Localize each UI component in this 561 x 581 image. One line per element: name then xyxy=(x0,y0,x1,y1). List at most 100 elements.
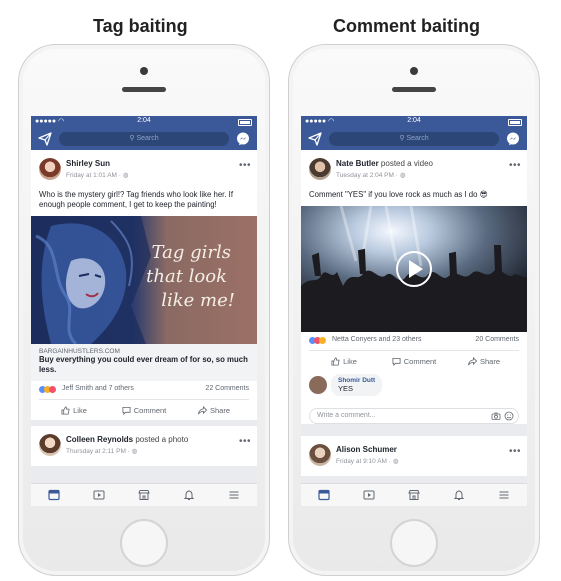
menu-icon[interactable] xyxy=(498,489,510,501)
post-author[interactable]: Nate Butler posted a video xyxy=(336,159,433,168)
comment-button[interactable]: Comment xyxy=(109,400,179,420)
speaker-grille xyxy=(392,87,436,92)
news-feed-icon[interactable] xyxy=(317,489,330,501)
more-icon[interactable]: ••• xyxy=(239,160,251,171)
reactions-text[interactable]: Jeff Smith and 7 others xyxy=(62,385,134,392)
video-icon[interactable] xyxy=(93,489,105,501)
send-icon[interactable] xyxy=(38,132,52,146)
globe-icon: ◍ xyxy=(131,448,138,455)
screen-left: ●●●●● ◠ 2:04 ⚲ Search Shirley Sun Friday… xyxy=(31,116,257,506)
action-row: Like Comment Share xyxy=(301,351,527,371)
post-card: Colleen Reynolds posted a photo Thursday… xyxy=(31,426,257,466)
commenter-avatar[interactable] xyxy=(309,376,327,394)
bottom-tab-bar xyxy=(31,483,257,506)
news-feed-icon[interactable] xyxy=(47,489,60,501)
phone-left: ●●●●● ◠ 2:04 ⚲ Search Shirley Sun Friday… xyxy=(18,44,270,576)
search-placeholder: Search xyxy=(136,135,159,142)
post-timestamp: Thursday at 2:11 PM · ◍ xyxy=(66,447,137,455)
post-card: Shirley Sun Friday at 1:01 AM · ◍ ••• Wh… xyxy=(31,150,257,420)
search-bar[interactable]: ⚲ Search xyxy=(59,132,229,146)
reactions-row: Netta Conyers and 23 others 20 Comments xyxy=(309,332,519,351)
reaction-icons[interactable] xyxy=(309,337,326,346)
bottom-tab-bar xyxy=(301,483,527,506)
write-comment-placeholder: Write a comment... xyxy=(317,412,376,419)
globe-icon: ◍ xyxy=(122,172,129,179)
battery-icon xyxy=(238,119,252,126)
phone-right: ●●●●● ◠ 2:04 ⚲ Search Nate Butler posted… xyxy=(288,44,540,576)
comment-button[interactable]: Comment xyxy=(379,351,449,371)
link-title: Buy everything you could ever dream of f… xyxy=(39,355,248,374)
post-video[interactable] xyxy=(301,206,527,332)
more-icon[interactable]: ••• xyxy=(509,446,521,457)
like-button[interactable]: Like xyxy=(39,400,109,420)
post-card: Alison Schumer Friday at 9:10 AM · ◍ ••• xyxy=(301,436,527,476)
post-image[interactable]: Tag girls that look like me! xyxy=(31,216,257,344)
comment-icon xyxy=(392,357,401,366)
image-caption-line-2: that look xyxy=(146,266,227,287)
post-action: posted a photo xyxy=(135,435,189,444)
image-caption-line-3: like me! xyxy=(161,290,235,311)
haha-reaction-icon xyxy=(319,337,326,344)
battery-icon xyxy=(508,119,522,126)
avatar[interactable] xyxy=(39,158,61,180)
link-preview[interactable]: BARGAINHUSTLERS.COM Buy everything you c… xyxy=(31,344,257,381)
post-timestamp: Tuesday at 2:04 PM · ◍ xyxy=(336,171,405,179)
home-button[interactable] xyxy=(390,519,438,567)
messenger-icon[interactable] xyxy=(506,132,520,146)
speaker-grille xyxy=(122,87,166,92)
post-header: Shirley Sun Friday at 1:01 AM · ◍ ••• xyxy=(31,150,257,190)
marketplace-icon[interactable] xyxy=(138,489,150,501)
more-icon[interactable]: ••• xyxy=(239,436,251,447)
status-time: 2:04 xyxy=(407,117,421,124)
post-card: Nate Butler posted a video Tuesday at 2:… xyxy=(301,150,527,424)
send-icon[interactable] xyxy=(308,132,322,146)
comment-label: Comment xyxy=(403,356,437,366)
like-icon xyxy=(61,405,70,415)
menu-icon[interactable] xyxy=(228,489,240,501)
post-header: Nate Butler posted a video Tuesday at 2:… xyxy=(301,150,527,190)
more-icon[interactable]: ••• xyxy=(509,160,521,171)
search-bar[interactable]: ⚲ Search xyxy=(329,132,499,146)
comments-count[interactable]: 20 Comments xyxy=(475,336,519,343)
home-button[interactable] xyxy=(120,519,168,567)
share-button[interactable]: Share xyxy=(179,400,249,420)
action-row: Like Comment Share xyxy=(31,400,257,420)
video-icon[interactable] xyxy=(363,489,375,501)
share-button[interactable]: Share xyxy=(449,351,519,371)
timestamp-text: Friday at 1:01 AM · xyxy=(66,172,121,179)
top-navbar: ⚲ Search xyxy=(301,128,527,150)
post-author[interactable]: Colleen Reynolds posted a photo xyxy=(66,435,188,444)
like-button[interactable]: Like xyxy=(309,351,379,371)
share-icon xyxy=(468,356,477,365)
post-author[interactable]: Shirley Sun xyxy=(66,159,110,168)
timestamp-text: Friday at 9:10 AM · xyxy=(336,458,391,465)
notifications-icon[interactable] xyxy=(453,489,465,501)
reactions-text[interactable]: Netta Conyers and 23 others xyxy=(332,336,422,343)
write-comment-input[interactable]: Write a comment... xyxy=(309,408,519,424)
emoji-icon[interactable] xyxy=(504,411,514,421)
share-label: Share xyxy=(209,405,230,415)
post-author[interactable]: Alison Schumer xyxy=(336,445,397,454)
messenger-icon[interactable] xyxy=(236,132,250,146)
comments-count[interactable]: 22 Comments xyxy=(205,385,249,392)
post-action: posted a video xyxy=(380,159,433,168)
status-time: 2:04 xyxy=(137,117,151,124)
globe-icon: ◍ xyxy=(392,458,399,465)
author-name: Colleen Reynolds xyxy=(66,435,134,444)
image-caption-line-1: Tag girls xyxy=(152,242,231,263)
post-header: Alison Schumer Friday at 9:10 AM · ◍ ••• xyxy=(301,436,527,476)
comment-icon xyxy=(122,406,131,415)
post-text: Comment "YES" if you love rock as much a… xyxy=(309,190,488,199)
like-label: Like xyxy=(343,356,357,366)
search-placeholder: Search xyxy=(406,135,429,142)
comment-bubble[interactable]: Shomir Dutt YES xyxy=(331,374,383,396)
avatar[interactable] xyxy=(309,158,331,180)
reaction-icons[interactable] xyxy=(39,386,56,395)
comment-author[interactable]: Shomir Dutt xyxy=(338,377,375,384)
avatar[interactable] xyxy=(39,434,61,456)
post-header: Colleen Reynolds posted a photo Thursday… xyxy=(31,426,257,466)
avatar[interactable] xyxy=(309,444,331,466)
notifications-icon[interactable] xyxy=(183,489,195,501)
marketplace-icon[interactable] xyxy=(408,489,420,501)
camera-icon[interactable] xyxy=(491,411,501,421)
